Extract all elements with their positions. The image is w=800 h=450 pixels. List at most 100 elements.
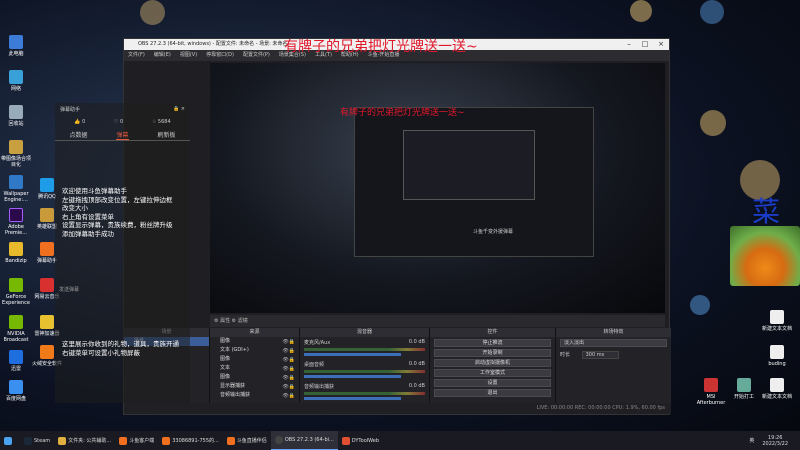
app-icon — [737, 378, 751, 392]
folder-icon — [58, 436, 67, 445]
steam-icon — [24, 436, 32, 445]
text-file-icon — [770, 345, 784, 359]
menu-profile[interactable]: 配置文件(P) — [243, 50, 270, 61]
menu-docks[interactable]: 停靠窗口(D) — [206, 50, 234, 61]
desktop-icon[interactable]: 迅雷 — [1, 350, 31, 372]
sources-dock: 来源 图像 👁🔒 文本 (GDI+) 👁🔒 图像 👁🔒 文本 👁🔒 图像 👁🔒 显示器捕获… — [210, 328, 300, 404]
danmu-input[interactable]: 发送弹幕 — [59, 286, 79, 293]
eye-icon[interactable]: 👁🔒 — [282, 392, 295, 401]
source-item[interactable]: 音频输出捕获 👁🔒 — [210, 391, 299, 400]
source-item[interactable]: 图像 👁🔒 — [210, 373, 299, 382]
mixer-dock-title: 混音器 — [300, 328, 429, 337]
desktop-icon[interactable]: NVIDIA Broadcast — [1, 315, 31, 343]
minimize-icon[interactable]: – — [621, 39, 637, 50]
desktop-icon[interactable]: Wallpaper Engine:... — [1, 175, 31, 203]
network-icon — [9, 70, 23, 84]
tab-danmu[interactable]: 弹幕 — [116, 131, 129, 140]
show-desktop-button[interactable] — [792, 431, 800, 450]
danmu-message: 右上角有设置菜单 — [62, 212, 114, 221]
taskbar-item[interactable]: DYToolWeb — [338, 431, 383, 450]
menu-file[interactable]: 文件(F) — [128, 50, 145, 61]
window-controls: – □ × — [621, 39, 669, 50]
geforce-icon — [9, 278, 23, 292]
danmu-helper-icon — [40, 242, 54, 256]
desktop-icon[interactable]: GeForce Experience — [1, 278, 31, 306]
desktop-icon[interactable]: 带图像场合项目化 — [1, 140, 31, 168]
source-item[interactable]: 文本 (GDI+) 👁🔒 — [210, 346, 299, 355]
desktop-icon[interactable]: 开始打工 — [729, 378, 759, 400]
nested-label: 斗鱼千变外援弹幕 — [473, 229, 514, 235]
studio-mode-button[interactable]: 工作室模式 — [434, 369, 551, 377]
preview-nested-capture: 斗鱼千变外援弹幕 — [354, 107, 594, 257]
obs-icon — [274, 436, 283, 444]
level-meter — [304, 348, 425, 351]
mixer-channel: 麦克风/Aux 0.0 dB — [300, 337, 429, 359]
lol-icon — [40, 208, 54, 222]
bokeh-light — [700, 110, 726, 136]
preview-canvas[interactable]: 斗鱼千变外援弹幕 有牌子的兄弟把灯光牌送一送~ — [210, 63, 665, 313]
close-icon[interactable]: × — [181, 106, 185, 112]
source-toolbar[interactable]: ⚙ 属性 ⚙ 滤镜 — [210, 315, 665, 327]
danmu-panel[interactable]: 弹幕助手 🔒 × 👍 0 ♡ 0 ♢ 5684 点数据 弹幕 刷新板 欢迎使用斗… — [55, 103, 190, 403]
mixer-channel: 桌面音频 0.0 dB — [300, 359, 429, 381]
desktop-icon[interactable]: Adobe Premie... — [1, 208, 31, 236]
desktop-icon[interactable]: 此电脑 — [1, 35, 31, 57]
exit-button[interactable]: 退出 — [434, 389, 551, 397]
overlay-banner: 有牌子的兄弟把灯光牌送一送~ — [284, 39, 478, 55]
taskbar-item[interactable]: 斗鱼直播伴侣 — [223, 431, 271, 450]
desktop-icon[interactable]: 新建文本文档 — [762, 378, 792, 400]
sources-dock-title: 来源 — [210, 328, 299, 337]
start-button[interactable] — [0, 431, 20, 450]
gift-message: 右键菜单可设置小礼物屏蔽 — [62, 348, 140, 357]
lock-icon[interactable]: 🔒 — [173, 106, 179, 112]
stop-streaming-button[interactable]: 停止推流 — [434, 339, 551, 347]
start-recording-button[interactable]: 开始录制 — [434, 349, 551, 357]
desktop-icon[interactable]: buding — [762, 345, 792, 367]
taskbar-item[interactable]: 斗鱼客户端 — [115, 431, 158, 450]
level-meter — [304, 392, 425, 395]
volume-slider[interactable] — [304, 375, 401, 378]
qq-icon — [40, 178, 54, 192]
source-item[interactable]: 显示器捕获 👁🔒 — [210, 382, 299, 391]
status-bar: LIVE: 00:00:00 REC: 00:00:00 CPU: 1.9%, … — [124, 403, 671, 414]
douyu-icon — [226, 436, 235, 445]
volume-slider[interactable] — [304, 353, 401, 356]
menu-view[interactable]: 视图(V) — [180, 50, 197, 61]
desktop-icon[interactable]: MSI Afterburner — [696, 378, 726, 406]
duration-input[interactable]: 300 ms — [581, 351, 620, 359]
taskbar-item[interactable]: 33086891-755的... — [158, 431, 223, 450]
virtual-camera-button[interactable]: 启动虚拟摄像机 — [434, 359, 551, 367]
level-meter — [304, 370, 425, 373]
desktop-icon[interactable]: Bandizip — [1, 242, 31, 264]
volume-slider[interactable] — [304, 397, 401, 400]
clock[interactable]: 19:26 2022/3/22 — [758, 431, 792, 450]
settings-button[interactable]: 设置 — [434, 379, 551, 387]
window-title: OBS 27.2.3 (64-bit, windows) - 配置文件: 未命名… — [138, 41, 288, 47]
transition-select[interactable]: 淡入淡出 — [560, 339, 667, 347]
diamond-count: ♢ 5684 — [151, 119, 171, 125]
maximize-icon[interactable]: □ — [637, 39, 653, 50]
desktop-icon[interactable]: 网络 — [1, 70, 31, 92]
desktop-icon[interactable]: 回收站 — [1, 105, 31, 127]
source-item[interactable]: 图像 👁🔒 — [210, 355, 299, 364]
bokeh-light — [700, 0, 724, 24]
leishen-icon — [40, 315, 54, 329]
desktop-icon[interactable]: 新建文本文档 — [762, 310, 792, 332]
danmu-stats: 👍 0 ♡ 0 ♢ 5684 — [60, 119, 185, 125]
tab-refresh[interactable]: 刷新板 — [157, 131, 175, 140]
close-icon[interactable]: × — [653, 39, 669, 50]
source-item[interactable]: 图像 👁🔒 — [210, 337, 299, 346]
menu-edit[interactable]: 编辑(E) — [154, 50, 171, 61]
desktop-icon[interactable]: 百度网盘 — [1, 380, 31, 402]
douyu-icon — [162, 436, 171, 445]
recycle-bin-icon — [9, 105, 23, 119]
taskbar-item[interactable]: Steam — [20, 431, 54, 450]
douyu-icon — [119, 436, 128, 445]
tab-data[interactable]: 点数据 — [69, 131, 87, 140]
taskbar-item[interactable]: 文件夹: 公共辅助... — [54, 431, 115, 450]
danmu-message-list: 欢迎使用斗鱼弹幕助手 左键拖拽顶部改变位置，左键拉伸边框 改变大小 右上角有设置… — [62, 187, 173, 238]
computer-icon — [9, 35, 23, 49]
taskbar-item[interactable]: OBS 27.2.3 (64-bi... — [270, 431, 338, 450]
input-language[interactable]: 英 — [745, 431, 758, 450]
source-item[interactable]: 文本 👁🔒 — [210, 364, 299, 373]
